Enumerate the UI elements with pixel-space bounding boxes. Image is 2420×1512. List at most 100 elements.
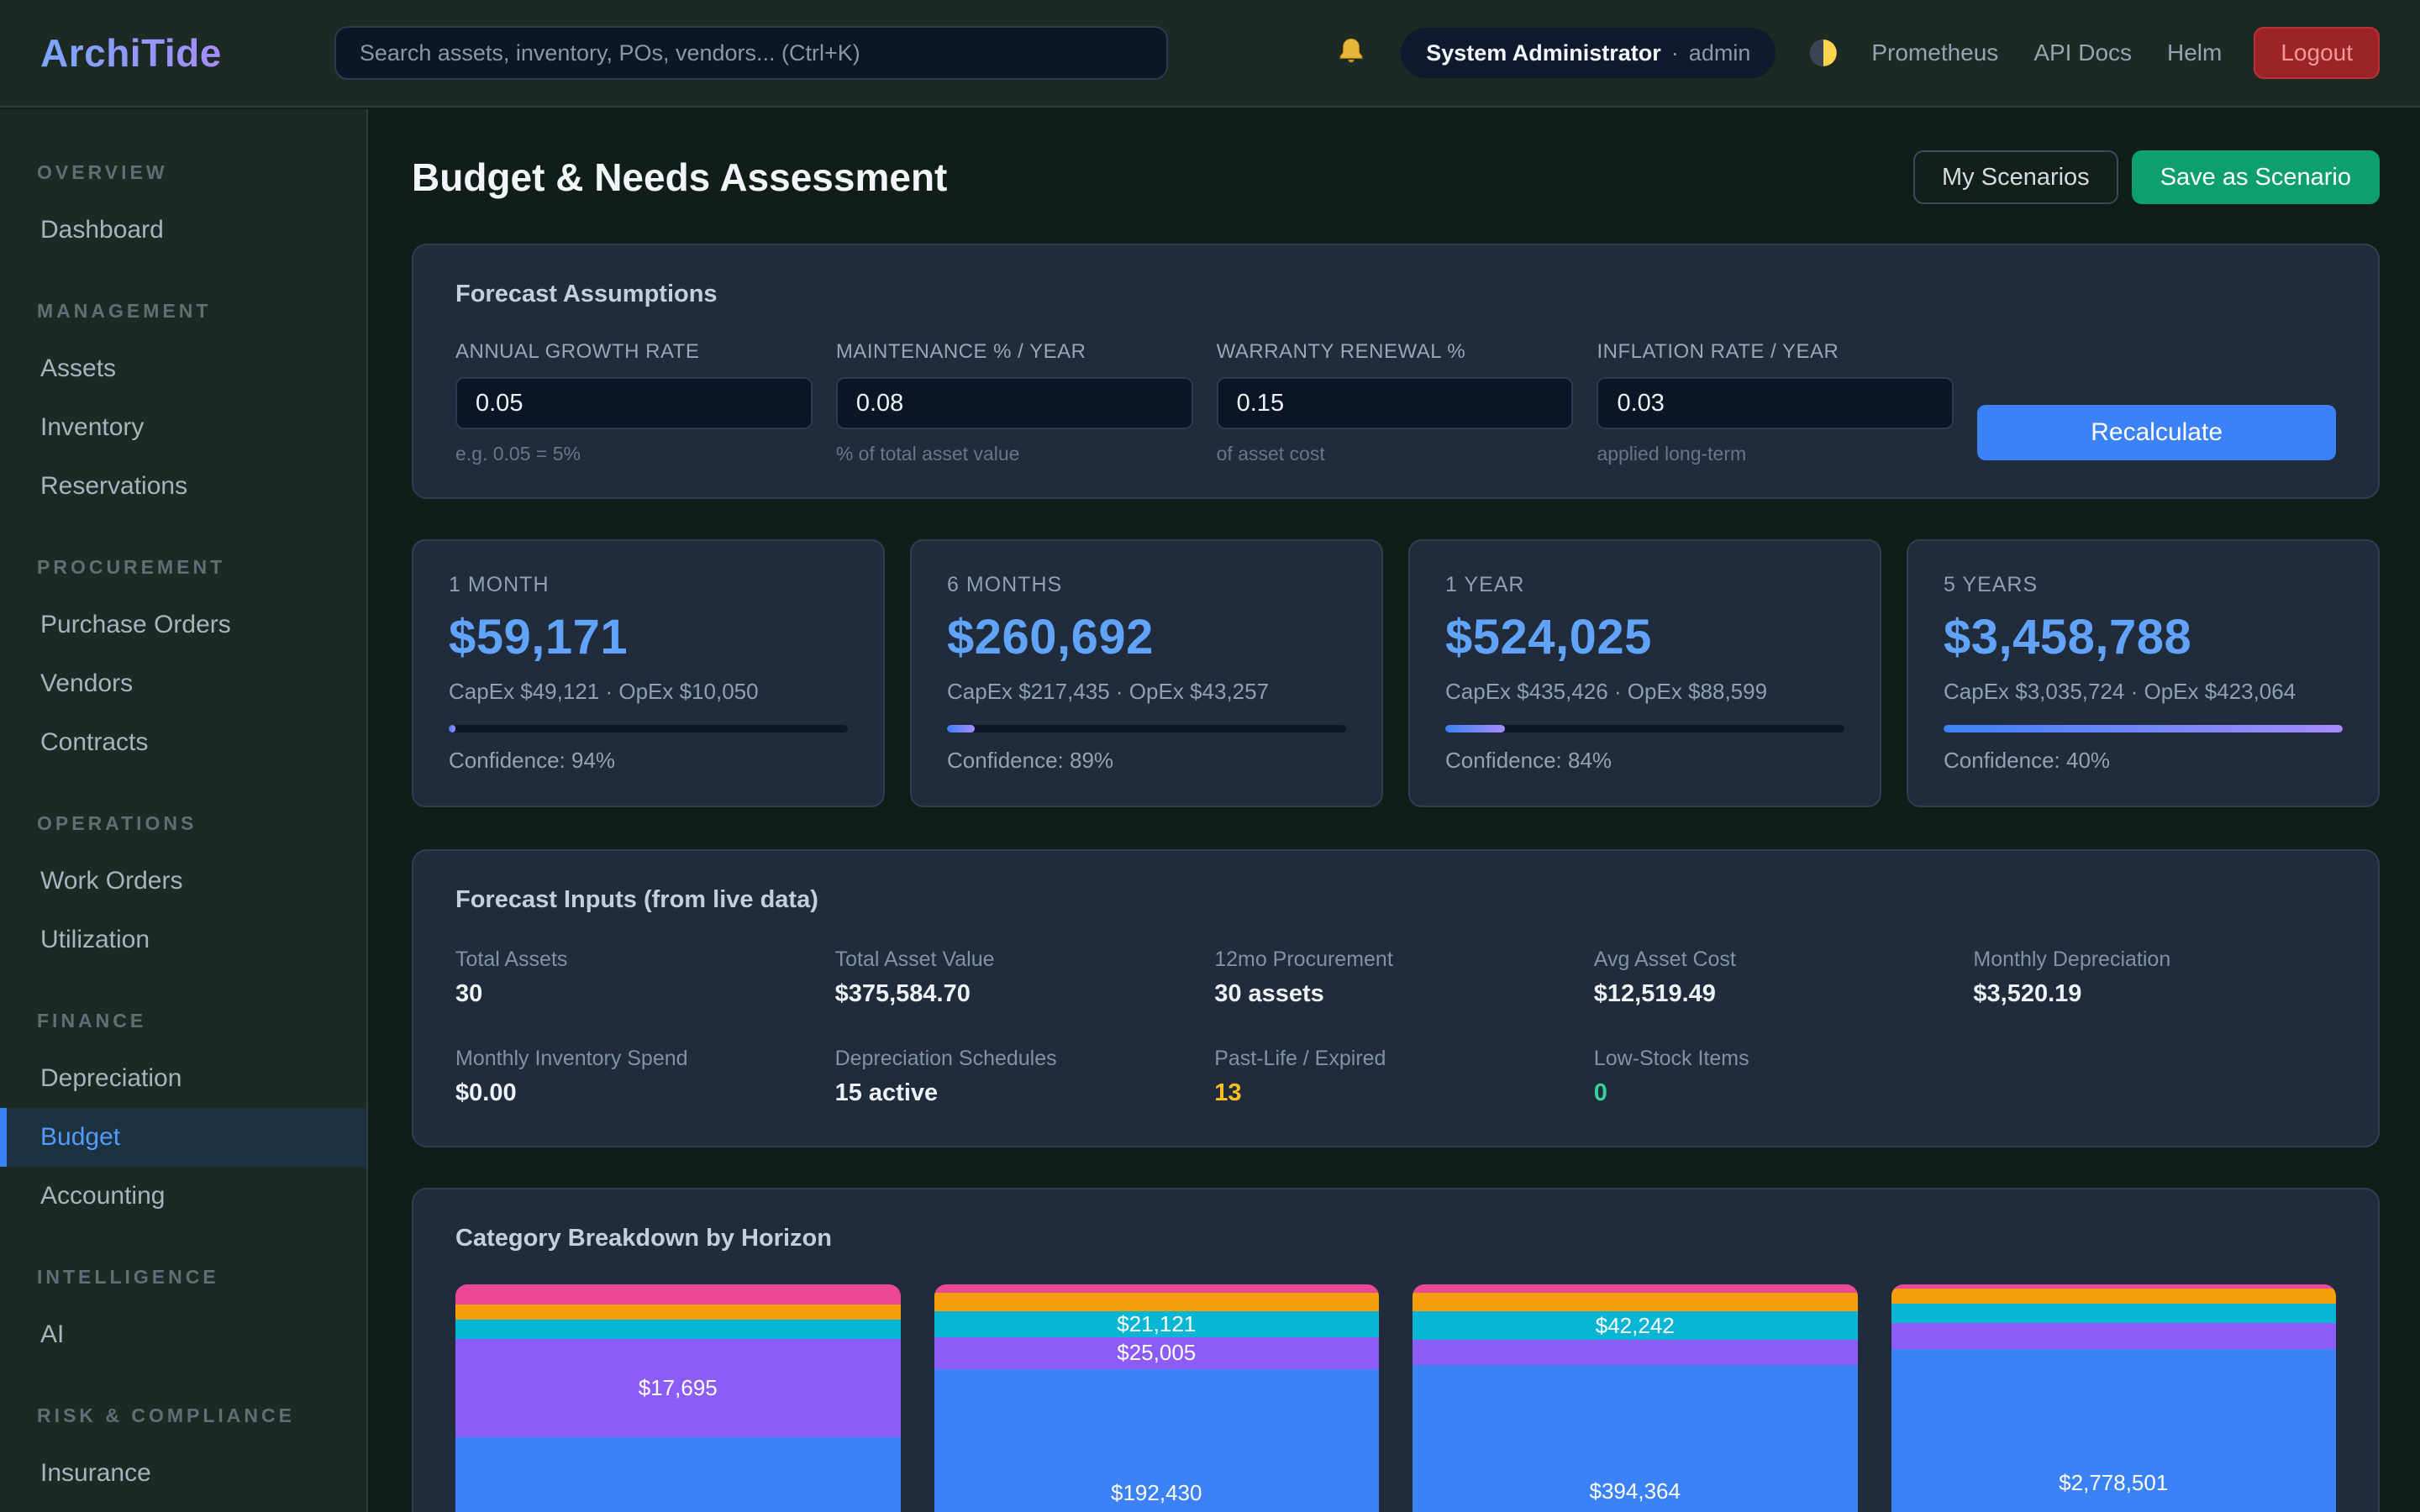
breakdown-segment — [455, 1320, 901, 1340]
forecast-card-6-months: 6 MONTHS$260,692CapEx $217,435 · OpEx $4… — [910, 539, 1383, 807]
sidebar-item-purchase-orders[interactable]: Purchase Orders — [0, 596, 366, 654]
stat-label: Low-Stock Items — [1594, 1047, 1957, 1071]
breakdown-segment: $42,242 — [1413, 1311, 1858, 1340]
assumption-field-annual-growth-rate: ANNUAL GROWTH RATEe.g. 0.05 = 5% — [455, 340, 813, 465]
breakdown-segment — [1891, 1323, 2337, 1348]
global-search-input[interactable] — [334, 26, 1168, 80]
breakdown-segment — [934, 1284, 1380, 1293]
top-link-api-docs[interactable]: API Docs — [2033, 39, 2132, 66]
forecast-capex-opex-detail: CapEx $3,035,724 · OpEx $423,064 — [1944, 679, 2343, 705]
forecast-inputs-card: Forecast Inputs (from live data) Total A… — [412, 849, 2380, 1147]
forecast-card-5-years: 5 YEARS$3,458,788CapEx $3,035,724 · OpEx… — [1907, 539, 2380, 807]
stat-label: Avg Asset Cost — [1594, 948, 1957, 972]
user-pill[interactable]: System Administrator · admin — [1401, 28, 1776, 78]
assumption-hint: e.g. 0.05 = 5% — [455, 443, 813, 465]
sidebar: OVERVIEWDashboardMANAGEMENTAssetsInvento… — [0, 109, 368, 1512]
forecast-progress-fill — [1445, 725, 1505, 732]
assumption-hint: of asset cost — [1217, 443, 1574, 465]
stat-label: Monthly Inventory Spend — [455, 1047, 818, 1071]
forecast-confidence: Confidence: 94% — [449, 748, 848, 774]
forecast-capex-opex-detail: CapEx $49,121 · OpEx $10,050 — [449, 679, 848, 705]
sidebar-section-risk-compliance: RISK & COMPLIANCE — [0, 1404, 366, 1427]
assumption-hint: % of total asset value — [836, 443, 1193, 465]
stat-label: Total Assets — [455, 948, 818, 972]
stat-label: 12mo Procurement — [1214, 948, 1577, 972]
sidebar-item-ai[interactable]: AI — [0, 1305, 366, 1364]
sidebar-item-dashboard[interactable]: Dashboard — [0, 201, 366, 260]
maintenance-year-input[interactable] — [836, 377, 1193, 429]
sidebar-item-vendors[interactable]: Vendors — [0, 654, 366, 713]
top-link-helm[interactable]: Helm — [2167, 39, 2222, 66]
stat-avg-asset-cost: Avg Asset Cost$12,519.49 — [1594, 948, 1957, 1008]
sidebar-section-finance: FINANCE — [0, 1010, 366, 1032]
stat-label: Monthly Depreciation — [1973, 948, 2336, 972]
sidebar-item-depreciation[interactable]: Depreciation — [0, 1049, 366, 1108]
top-link-prometheus[interactable]: Prometheus — [1871, 39, 1998, 66]
forecast-total-amount: $59,171 — [449, 609, 848, 665]
sidebar-section-operations: OPERATIONS — [0, 812, 366, 835]
sidebar-item-reservations[interactable]: Reservations — [0, 457, 366, 516]
forecast-inputs-grid: Total Assets30Total Asset Value$375,584.… — [455, 948, 2336, 1107]
stat-label: Depreciation Schedules — [835, 1047, 1198, 1071]
stat-label: Total Asset Value — [835, 948, 1198, 972]
forecast-assumptions-title: Forecast Assumptions — [455, 281, 2336, 308]
breakdown-segment: $31,426 — [455, 1437, 901, 1512]
breakdown-segment-label: $21,121 — [1117, 1311, 1196, 1337]
breakdown-segment: $25,005 — [934, 1337, 1380, 1369]
save-as-scenario-button[interactable]: Save as Scenario — [2132, 150, 2380, 204]
logout-button[interactable]: Logout — [2254, 27, 2380, 79]
recalculate-button[interactable]: Recalculate — [1977, 405, 2336, 460]
breakdown-segment — [1413, 1293, 1858, 1311]
assumption-field-maintenance-year: MAINTENANCE % / YEAR% of total asset val… — [836, 340, 1193, 465]
page-header-actions: My Scenarios Save as Scenario — [1913, 150, 2380, 204]
stat-12mo-procurement: 12mo Procurement 30 assets — [1214, 948, 1577, 1008]
sidebar-item-reports[interactable]: Reports — [0, 1503, 366, 1512]
forecast-total-amount: $524,025 — [1445, 609, 1844, 665]
breakdown-segment: $394,364 — [1413, 1365, 1858, 1512]
user-role: admin — [1689, 40, 1751, 66]
annual-growth-rate-input[interactable] — [455, 377, 813, 429]
my-scenarios-button[interactable]: My Scenarios — [1913, 150, 2118, 204]
forecast-capex-opex-detail: CapEx $435,426 · OpEx $88,599 — [1445, 679, 1844, 705]
stat-value: 30 — [455, 980, 818, 1008]
forecast-card-1-month: 1 MONTH$59,171CapEx $49,121 · OpEx $10,0… — [412, 539, 885, 807]
sidebar-item-budget[interactable]: Budget — [0, 1108, 366, 1167]
stat-value: 30 assets — [1214, 980, 1577, 1008]
stat-value: $0.00 — [455, 1079, 818, 1107]
page-title: Budget & Needs Assessment — [412, 155, 947, 200]
breakdown-segment: $21,121 — [934, 1311, 1380, 1337]
forecast-confidence: Confidence: 89% — [947, 748, 1346, 774]
breakdown-segment — [1891, 1289, 2337, 1304]
forecast-progress-track — [947, 725, 1346, 732]
forecast-capex-opex-detail: CapEx $217,435 · OpEx $43,257 — [947, 679, 1346, 705]
sidebar-item-work-orders[interactable]: Work Orders — [0, 852, 366, 911]
topbar: ArchiTide System Administrator · admin P… — [0, 0, 2420, 108]
breakdown-bar-1-year: $42,242 $394,364 — [1413, 1284, 1858, 1512]
forecast-progress-fill — [449, 725, 455, 732]
breakdown-segment-label: $192,430 — [1111, 1480, 1202, 1506]
sidebar-item-inventory[interactable]: Inventory — [0, 398, 366, 457]
notifications-bell-icon[interactable] — [1334, 35, 1369, 71]
breakdown-bar-6-months: $21,121$25,005 $192,430 — [934, 1284, 1380, 1512]
forecast-cards-row: 1 MONTH$59,171CapEx $49,121 · OpEx $10,0… — [412, 539, 2380, 807]
inflation-rate-year-input[interactable] — [1597, 377, 1954, 429]
sidebar-item-contracts[interactable]: Contracts — [0, 713, 366, 772]
sidebar-item-assets[interactable]: Assets — [0, 339, 366, 398]
forecast-progress-fill — [1944, 725, 2343, 732]
breakdown-segment — [1413, 1284, 1858, 1293]
warranty-renewal-input[interactable] — [1217, 377, 1574, 429]
sidebar-item-utilization[interactable]: Utilization — [0, 911, 366, 969]
stat-monthly-depreciation: Monthly Depreciation $3,520.19 — [1973, 948, 2336, 1008]
sidebar-item-insurance[interactable]: Insurance — [0, 1444, 366, 1503]
breakdown-segment-label: $42,242 — [1596, 1313, 1675, 1339]
forecast-progress-track — [1445, 725, 1844, 732]
stat-label: Past-Life / Expired — [1214, 1047, 1577, 1071]
stat-value: $3,520.19 — [1973, 980, 2336, 1008]
top-links: Prometheus API Docs Helm — [1871, 39, 2222, 66]
category-breakdown-card: Category Breakdown by Horizon $17,695$31… — [412, 1188, 2380, 1512]
forecast-horizon-label: 5 YEARS — [1944, 573, 2343, 597]
assumption-field-warranty-renewal: WARRANTY RENEWAL %of asset cost — [1217, 340, 1574, 465]
category-breakdown-bars: $17,695$31,426$21,121$25,005$192,430$42,… — [455, 1284, 2336, 1512]
sidebar-item-accounting[interactable]: Accounting — [0, 1167, 366, 1226]
theme-toggle-moon-icon[interactable] — [1807, 37, 1839, 69]
